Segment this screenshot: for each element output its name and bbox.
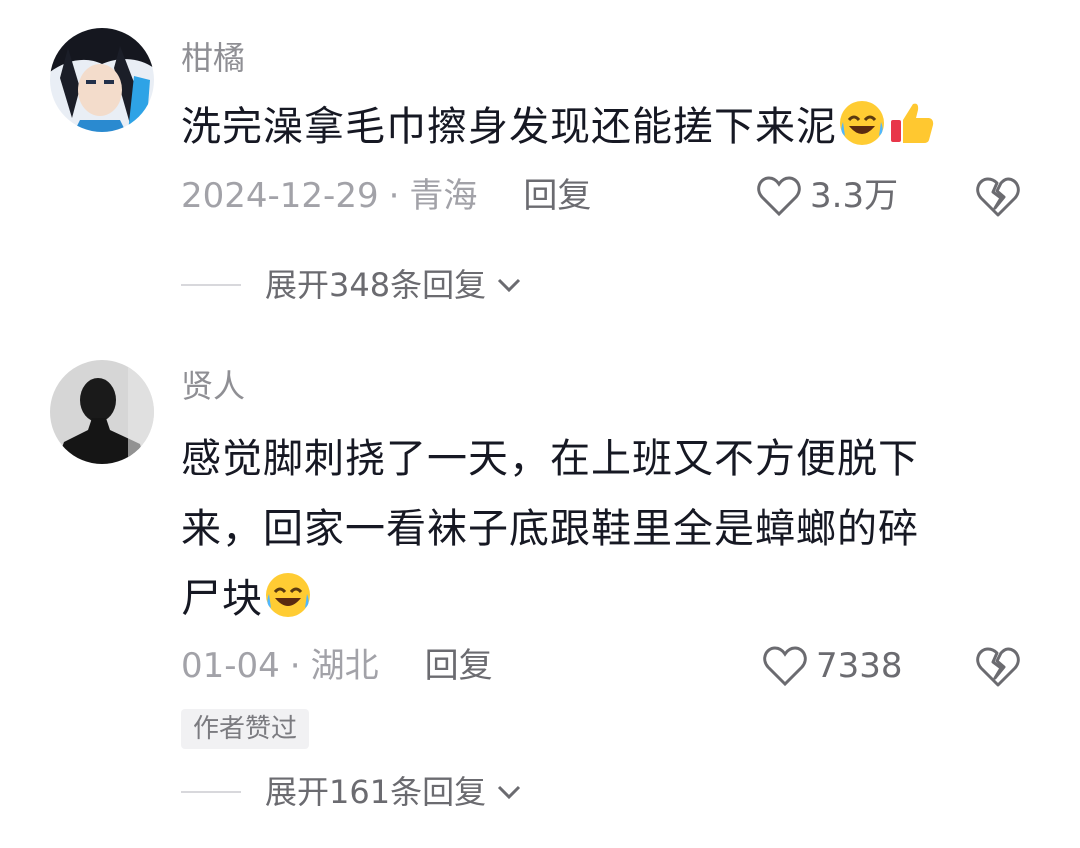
comment-text-line: 来，回家一看袜子底跟鞋里全是蟑螂的碎 bbox=[181, 506, 919, 552]
reply-button[interactable]: 回复 bbox=[425, 646, 493, 686]
laughing-crying-emoji-icon bbox=[837, 98, 887, 148]
username[interactable]: 贤人 bbox=[181, 366, 245, 406]
comment-text: 洗完澡拿毛巾擦身发现还能搓下来泥 bbox=[181, 92, 1011, 162]
avatar[interactable] bbox=[50, 360, 154, 464]
expand-replies-label: 展开348条回复 bbox=[265, 266, 487, 304]
like-count: 7338 bbox=[816, 646, 903, 686]
like-button[interactable]: 7338 bbox=[762, 644, 903, 688]
comment-text-line: 尸块 bbox=[181, 564, 1011, 634]
comment-item: 贤人 感觉脚刺挠了一天，在上班又不方便脱下 来，回家一看袜子底跟鞋里全是蟑螂的碎… bbox=[0, 320, 1080, 848]
expand-replies-label: 展开161条回复 bbox=[265, 773, 487, 811]
divider bbox=[181, 284, 241, 286]
comment-meta: 2024-12-29 · 青海 回复 bbox=[181, 174, 591, 218]
avatar[interactable] bbox=[50, 28, 154, 132]
comment-text: 感觉脚刺挠了一天，在上班又不方便脱下 来，回家一看袜子底跟鞋里全是蟑螂的碎 尸块 bbox=[181, 424, 1011, 634]
dislike-button[interactable] bbox=[975, 644, 1021, 688]
heart-outline-icon bbox=[763, 646, 807, 687]
broken-heart-icon bbox=[976, 177, 1020, 217]
comment-date: 01-04 bbox=[181, 646, 280, 686]
comment-text-line: 感觉脚刺挠了一天，在上班又不方便脱下 bbox=[181, 436, 919, 482]
divider bbox=[181, 791, 241, 793]
separator-dot: · bbox=[388, 176, 400, 216]
comment-location: 青海 bbox=[409, 176, 478, 216]
username[interactable]: 柑橘 bbox=[181, 38, 245, 78]
expand-replies-button[interactable]: 展开161条回复 bbox=[181, 770, 522, 814]
chevron-down-icon bbox=[498, 278, 521, 293]
chevron-down-icon bbox=[498, 785, 521, 800]
author-liked-badge: 作者赞过 bbox=[181, 709, 310, 749]
expand-replies-button[interactable]: 展开348条回复 bbox=[181, 263, 522, 307]
comment-item: 柑橘 洗完澡拿毛巾擦身发现还能搓下来泥 2024-12-29 · 青海 回复 3.3万… bbox=[0, 0, 1080, 320]
comment-date: 2024-12-29 bbox=[181, 176, 379, 216]
comment-location: 湖北 bbox=[310, 646, 379, 686]
laughing-crying-emoji-icon bbox=[263, 570, 313, 620]
comment-meta: 01-04 · 湖北 回复 bbox=[181, 644, 493, 688]
broken-heart-icon bbox=[976, 647, 1020, 687]
like-count: 3.3万 bbox=[810, 176, 899, 216]
heart-outline-icon bbox=[757, 176, 801, 217]
comment-text-body: 洗完澡拿毛巾擦身发现还能搓下来泥 bbox=[181, 104, 837, 150]
dislike-button[interactable] bbox=[975, 174, 1021, 218]
reply-button[interactable]: 回复 bbox=[523, 176, 591, 216]
thumbs-up-emoji-icon bbox=[887, 98, 937, 148]
separator-dot: · bbox=[289, 646, 301, 686]
like-button[interactable]: 3.3万 bbox=[756, 174, 898, 218]
comment-text-tail: 尸块 bbox=[181, 576, 263, 622]
